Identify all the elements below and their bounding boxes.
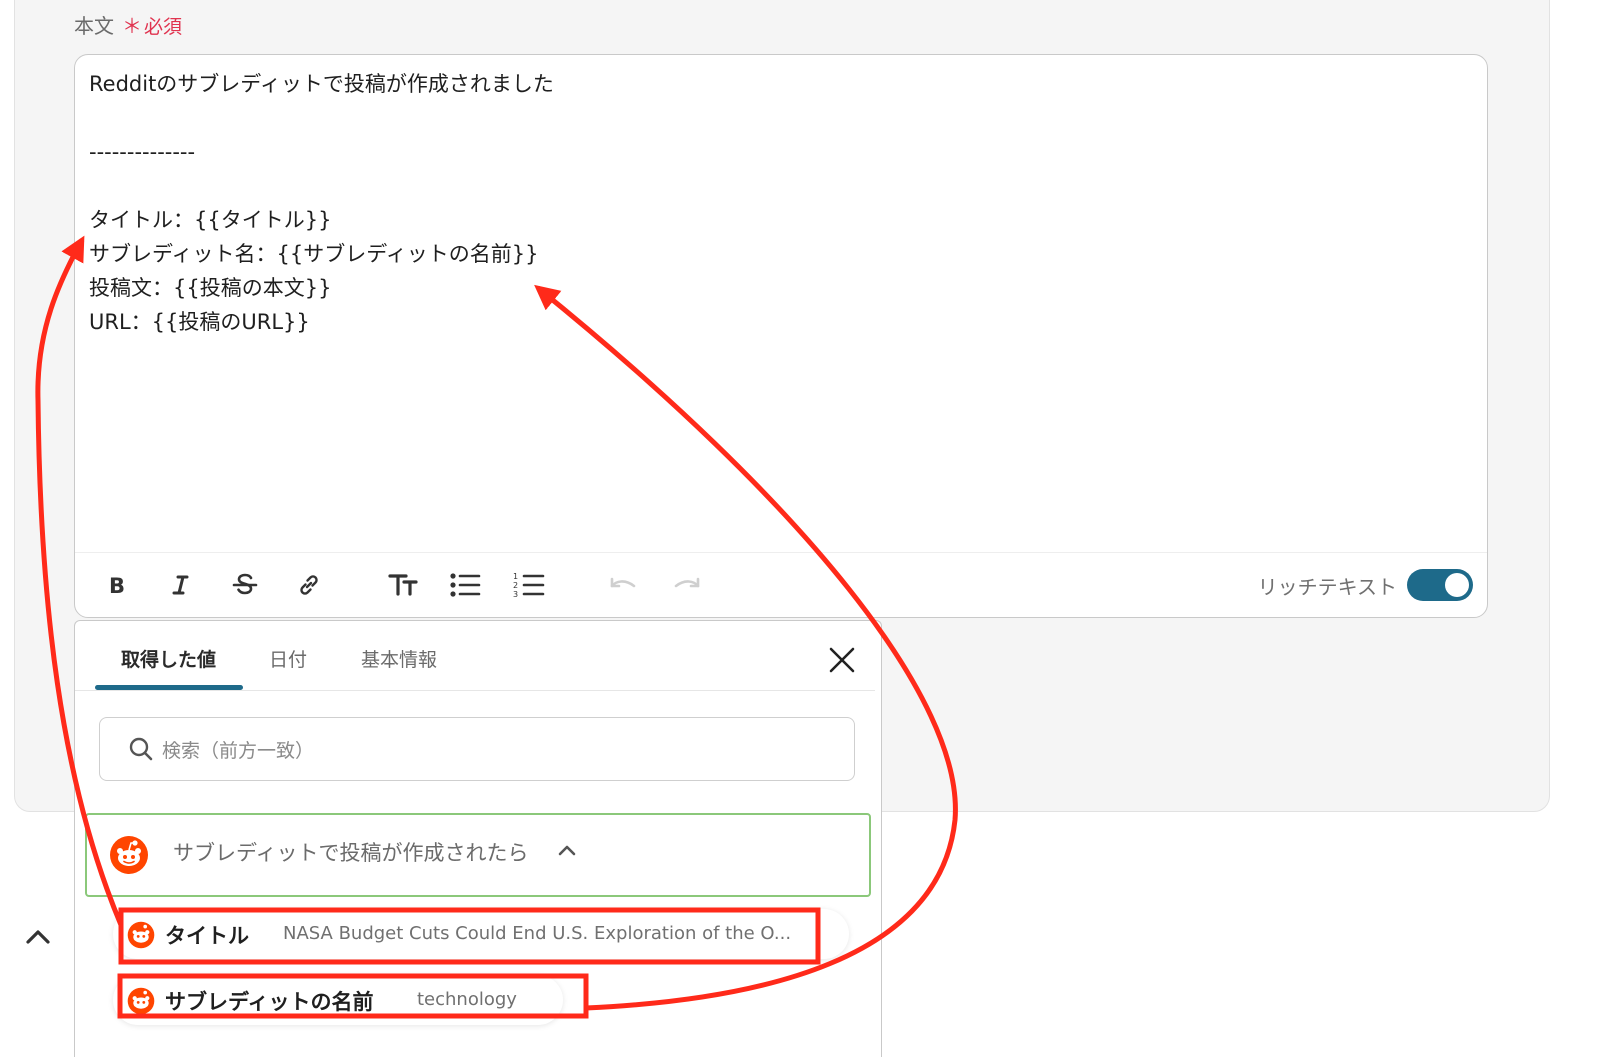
editor-line: Redditのサブレディットで投稿が作成されました	[89, 72, 554, 96]
value-item-preview: NASA Budget Cuts Could End U.S. Explorat…	[283, 923, 792, 944]
redo-button[interactable]	[669, 567, 705, 603]
value-picker-panel: 取得した値 日付 基本情報 検索（前方一致） サブレディットで投稿が作成されたら…	[74, 620, 882, 1057]
editor-line: サブレディット名：{{サブレディットの名前}}	[89, 242, 539, 266]
svg-text:B: B	[109, 574, 125, 597]
bold-button[interactable]: B	[99, 567, 135, 603]
toggle-knob	[1445, 573, 1469, 597]
field-label: 本文 ＊必須	[74, 10, 182, 39]
search-placeholder: 検索（前方一致）	[162, 740, 315, 762]
editor-toolbar: B 123 リッチテキスト	[75, 552, 1487, 617]
reddit-icon	[110, 836, 148, 874]
editor-line: URL：{{投稿のURL}}	[89, 310, 310, 334]
bold-icon: B	[109, 574, 125, 597]
redo-icon	[674, 577, 700, 588]
strikethrough-button[interactable]	[227, 567, 263, 603]
tab-fetched-values[interactable]: 取得した値	[121, 645, 216, 672]
close-icon	[829, 647, 855, 673]
close-button[interactable]	[827, 645, 857, 675]
chevron-up-icon[interactable]	[24, 926, 52, 946]
body-editor[interactable]: Redditのサブレディットで投稿が作成されました --------------…	[74, 54, 1488, 618]
trigger-group-title: サブレディットで投稿が作成されたら	[173, 841, 529, 865]
italic-icon	[172, 575, 189, 595]
field-label-text: 本文	[74, 14, 114, 38]
rich-text-label: リッチテキスト	[1257, 575, 1397, 599]
editor-line: 投稿文：{{投稿の本文}}	[89, 276, 332, 300]
editor-line: --------------	[89, 140, 196, 164]
tab-date[interactable]: 日付	[269, 645, 307, 672]
editor-line: タイトル：{{タイトル}}	[89, 208, 332, 232]
rich-text-toggle[interactable]	[1407, 569, 1473, 601]
italic-button[interactable]	[163, 567, 199, 603]
required-asterisk: ＊	[122, 14, 142, 38]
numbered-list-icon: 123	[513, 572, 545, 599]
search-input[interactable]: 検索（前方一致）	[99, 717, 855, 781]
text-size-icon	[388, 574, 418, 596]
link-icon	[300, 575, 318, 595]
tab-divider	[75, 690, 875, 691]
chevron-up-icon	[558, 845, 576, 856]
strikethrough-icon	[232, 573, 258, 595]
section-label-fragment	[68, 925, 76, 949]
reddit-icon	[127, 987, 155, 1015]
undo-icon	[610, 577, 636, 588]
trigger-group-header[interactable]: サブレディットで投稿が作成されたら	[85, 813, 871, 897]
search-icon	[129, 737, 153, 761]
svg-text:1: 1	[513, 572, 518, 581]
editor-content[interactable]: Redditのサブレディットで投稿が作成されました --------------…	[89, 67, 554, 339]
undo-button[interactable]	[605, 567, 641, 603]
value-item-preview: technology	[417, 989, 517, 1010]
required-label: 必須	[144, 16, 183, 38]
tab-basic-info[interactable]: 基本情報	[361, 645, 437, 672]
link-button[interactable]	[291, 567, 327, 603]
bullet-list-button[interactable]	[447, 567, 483, 603]
value-item-label: サブレディットの名前	[165, 990, 374, 1014]
bullet-list-icon	[450, 573, 481, 597]
reddit-icon	[127, 921, 155, 949]
value-item-label: タイトル	[165, 924, 249, 948]
numbered-list-button[interactable]: 123	[511, 567, 547, 603]
value-item-title[interactable]: タイトル NASA Budget Cuts Could End U.S. Exp…	[113, 909, 849, 959]
svg-text:3: 3	[513, 590, 518, 599]
value-item-subreddit-name[interactable]: サブレディットの名前 technology	[113, 975, 563, 1025]
svg-text:2: 2	[513, 581, 518, 590]
text-size-button[interactable]	[385, 567, 421, 603]
